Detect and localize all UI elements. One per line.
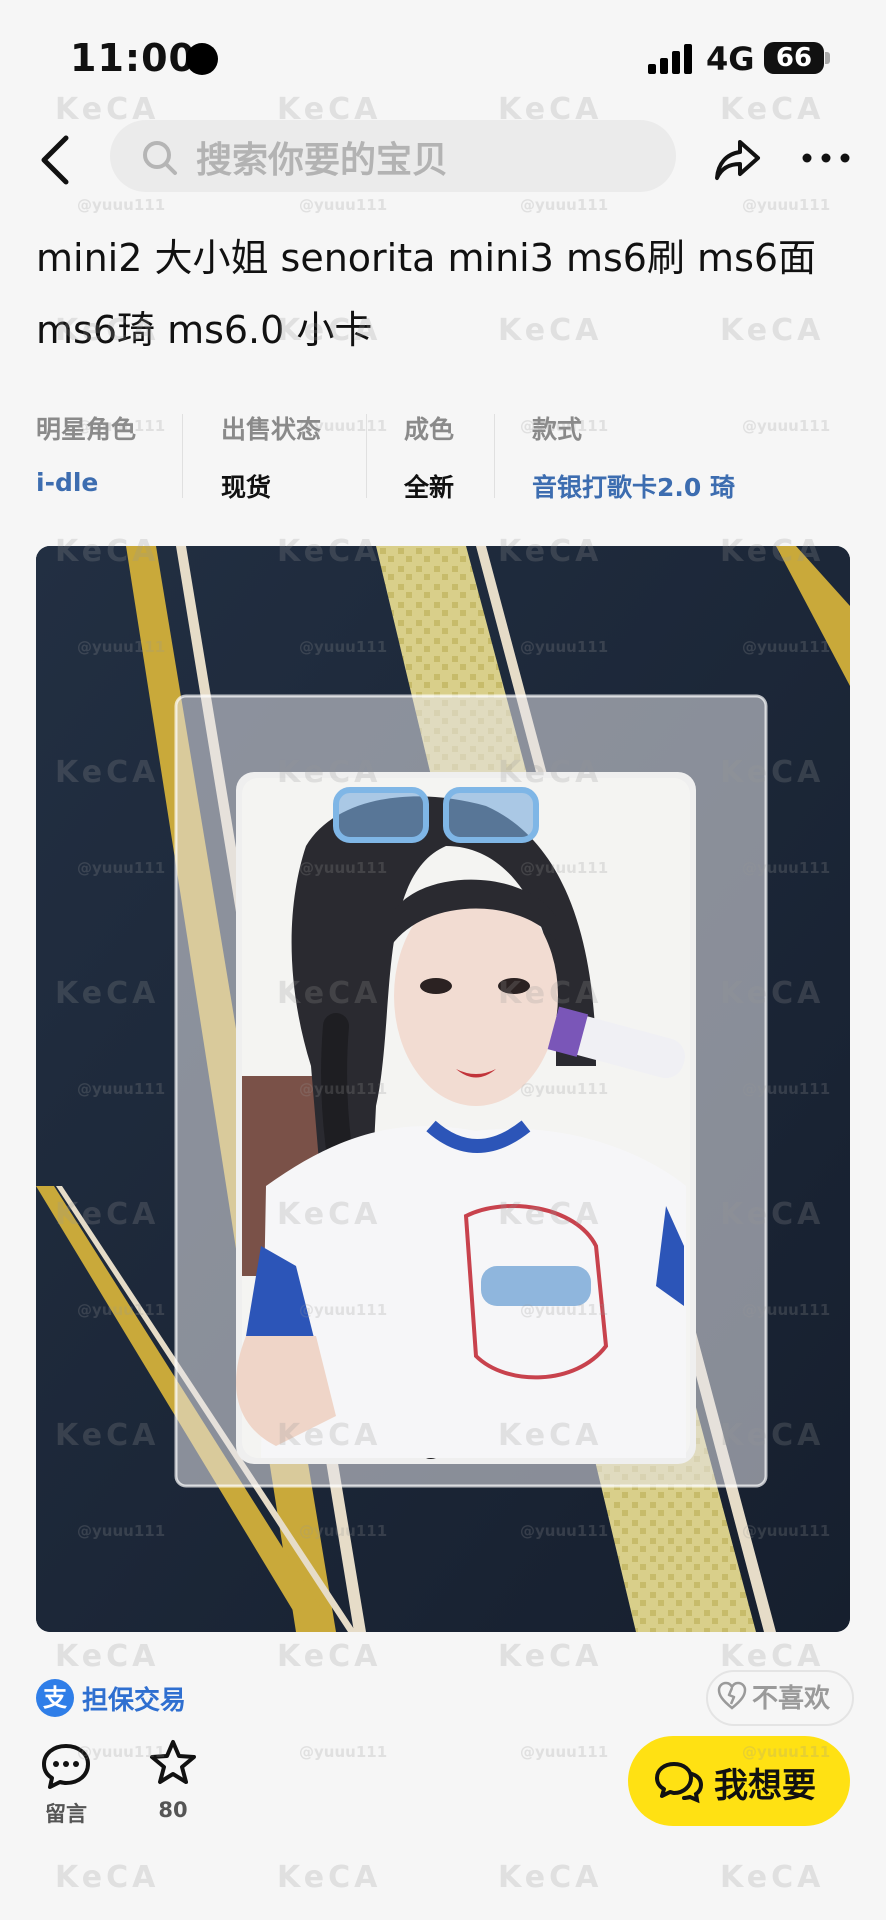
want-label[interactable]: 我想要: [714, 1758, 816, 1807]
watermark-logo: KeCA: [55, 1639, 160, 1674]
back-button[interactable]: [32, 130, 80, 190]
watermark-logo: KeCA: [498, 1860, 603, 1895]
attr-label: 款式: [532, 415, 583, 444]
search-placeholder[interactable]: 搜索你要的宝贝: [196, 131, 448, 183]
back-icon: [41, 135, 69, 185]
status-time: 11:00: [70, 36, 196, 80]
attr-condition: 成色 全新: [404, 410, 454, 504]
attr-label: 成色: [404, 415, 455, 444]
battery-tip: [825, 52, 830, 64]
watermark-logo: KeCA: [720, 1639, 825, 1674]
more-button[interactable]: [800, 140, 852, 176]
attr-sale-status: 出售状态 现货: [221, 410, 321, 504]
watermark-logo: KeCA: [720, 92, 825, 127]
listing-title: mini2 大小姐 senorita mini3 ms6刷 ms6面 ms6琦 …: [36, 236, 817, 352]
watermark-logo: KeCA: [498, 1639, 603, 1674]
comment-icon[interactable]: [40, 1742, 92, 1790]
attr-label: 出售状态: [221, 415, 322, 444]
guarantee-label[interactable]: 担保交易: [82, 1680, 186, 1717]
watermark-handle: @yuuu111: [520, 1743, 609, 1761]
watermark-handle: @yuuu111: [742, 417, 831, 435]
guarantee-icon: 支: [36, 1679, 74, 1717]
attr-divider: [182, 414, 183, 498]
watermark-handle: @yuuu111: [742, 196, 831, 214]
attr-value[interactable]: 音银打歌卡2.0 琦: [532, 468, 735, 504]
attr-divider: [494, 414, 495, 498]
attr-star-role: 明星角色 i-dle: [36, 410, 136, 497]
recording-dot: [186, 43, 218, 75]
watermark-logo: KeCA: [55, 1860, 160, 1895]
attr-value: i-dle: [36, 468, 99, 497]
search-icon: [143, 141, 177, 175]
attr-value: 现货: [221, 473, 272, 502]
chat-icon: [655, 1762, 704, 1804]
broken-heart-icon: [717, 1681, 747, 1710]
watermark-logo: KeCA: [277, 1860, 382, 1895]
watermark-handle: @yuuu111: [77, 196, 166, 214]
more-icon: [802, 153, 850, 163]
attr-style: 款式 音银打歌卡2.0 琦: [532, 410, 735, 504]
share-button[interactable]: [712, 134, 762, 184]
attr-value: 全新: [404, 473, 455, 502]
watermark-handle: @yuuu111: [299, 196, 388, 214]
favorite-count: 80: [158, 1798, 188, 1822]
watermark-logo: KeCA: [720, 1860, 825, 1895]
attr-label: 明星角色: [36, 415, 137, 444]
network-type: 4G: [706, 40, 755, 78]
comment-label[interactable]: 留言: [40, 1798, 92, 1828]
signal-icon: [648, 44, 694, 74]
photocard-image: [36, 546, 850, 1632]
battery-icon: 66: [764, 42, 824, 74]
share-icon: [715, 140, 760, 180]
product-photo[interactable]: [36, 546, 850, 1632]
watermark-logo: KeCA: [277, 1639, 382, 1674]
watermark-handle: @yuuu111: [520, 196, 609, 214]
star-icon[interactable]: [148, 1738, 198, 1788]
attr-divider: [366, 414, 367, 498]
watermark-handle: @yuuu111: [299, 1743, 388, 1761]
dislike-label[interactable]: 不喜欢: [752, 1678, 830, 1715]
